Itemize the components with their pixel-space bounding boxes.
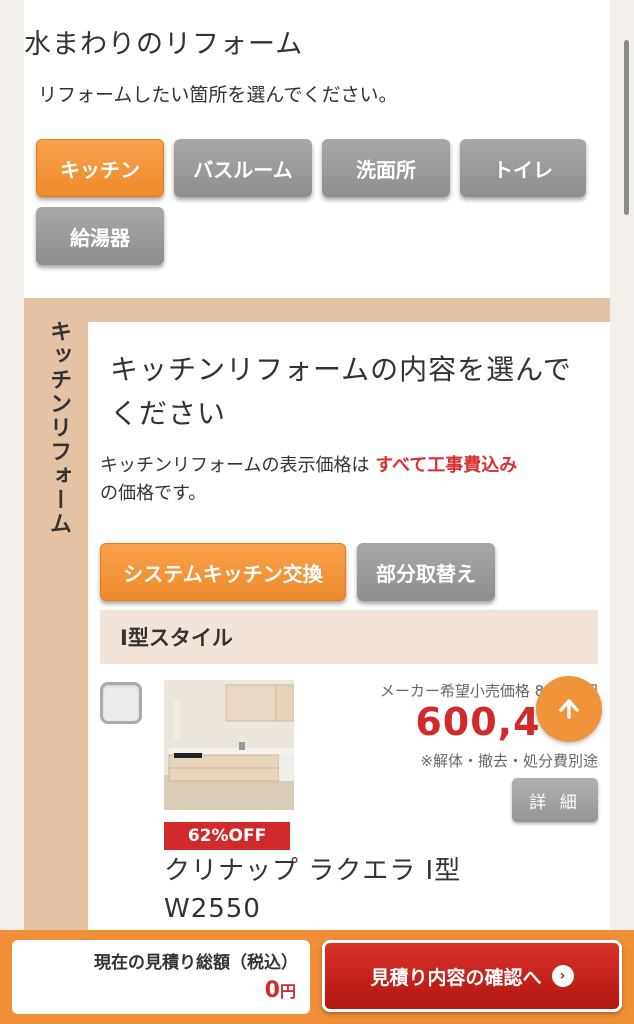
notice-prefix: キッチンリフォームの表示価格は: [100, 455, 370, 476]
total-label: 現在の見積り総額（税込）: [94, 953, 298, 973]
total-value: 0円: [265, 978, 296, 1003]
category-button-toilet[interactable]: トイレ: [460, 139, 586, 197]
price-notice: キッチンリフォームの表示価格は すべて工事費込み の価格です。: [100, 452, 600, 508]
category-button-washroom[interactable]: 洗面所: [322, 139, 450, 197]
scroll-to-top-button[interactable]: [536, 676, 602, 742]
notice-suffix: の価格です。: [100, 483, 207, 504]
category-button-kitchen[interactable]: キッチン: [36, 139, 164, 197]
chevron-right-circle-icon: ›: [551, 965, 574, 987]
option-button-system-kitchen[interactable]: システムキッチン交換: [100, 543, 346, 601]
category-button-water-heater[interactable]: 給湯器: [36, 207, 164, 265]
arrow-up-icon: [559, 699, 579, 719]
scrollbar[interactable]: [624, 40, 629, 215]
product-name[interactable]: クリナップ ラクエラ I型 W2550: [164, 852, 524, 928]
kitchen-illustration-icon: [164, 680, 294, 810]
discount-badge: 62%OFF: [164, 822, 290, 850]
confirm-label: 見積り内容の確認へ: [370, 966, 542, 989]
detail-button[interactable]: 詳 細: [512, 778, 598, 822]
product-image[interactable]: [164, 680, 294, 810]
total-unit: 円: [279, 982, 296, 1001]
product-name-line2: W2550: [164, 894, 261, 924]
kitchen-title: キッチンリフォームの内容を選んでください: [110, 353, 572, 430]
total-amount: 0: [264, 978, 280, 1003]
product-name-line1: クリナップ ラクエラ I型: [164, 856, 462, 886]
section-title: 水まわりのリフォーム: [24, 29, 304, 60]
section-description: リフォームしたい箇所を選んでください。: [38, 84, 398, 106]
option-button-partial-replace[interactable]: 部分取替え: [357, 543, 495, 601]
category-button-bathroom[interactable]: バスルーム: [174, 139, 312, 197]
kitchen-side-label: キッチンリフォーム: [46, 320, 71, 536]
price-note: ※解体・撤去・処分費別途: [420, 752, 598, 770]
estimate-total-box: 現在の見積り総額（税込） 0円: [12, 940, 310, 1014]
product-checkbox[interactable]: [100, 682, 142, 724]
confirm-estimate-button[interactable]: 見積り内容の確認へ ›: [322, 940, 622, 1012]
notice-highlight: すべて工事費込み: [375, 455, 518, 476]
style-header: I型スタイル: [100, 610, 598, 664]
